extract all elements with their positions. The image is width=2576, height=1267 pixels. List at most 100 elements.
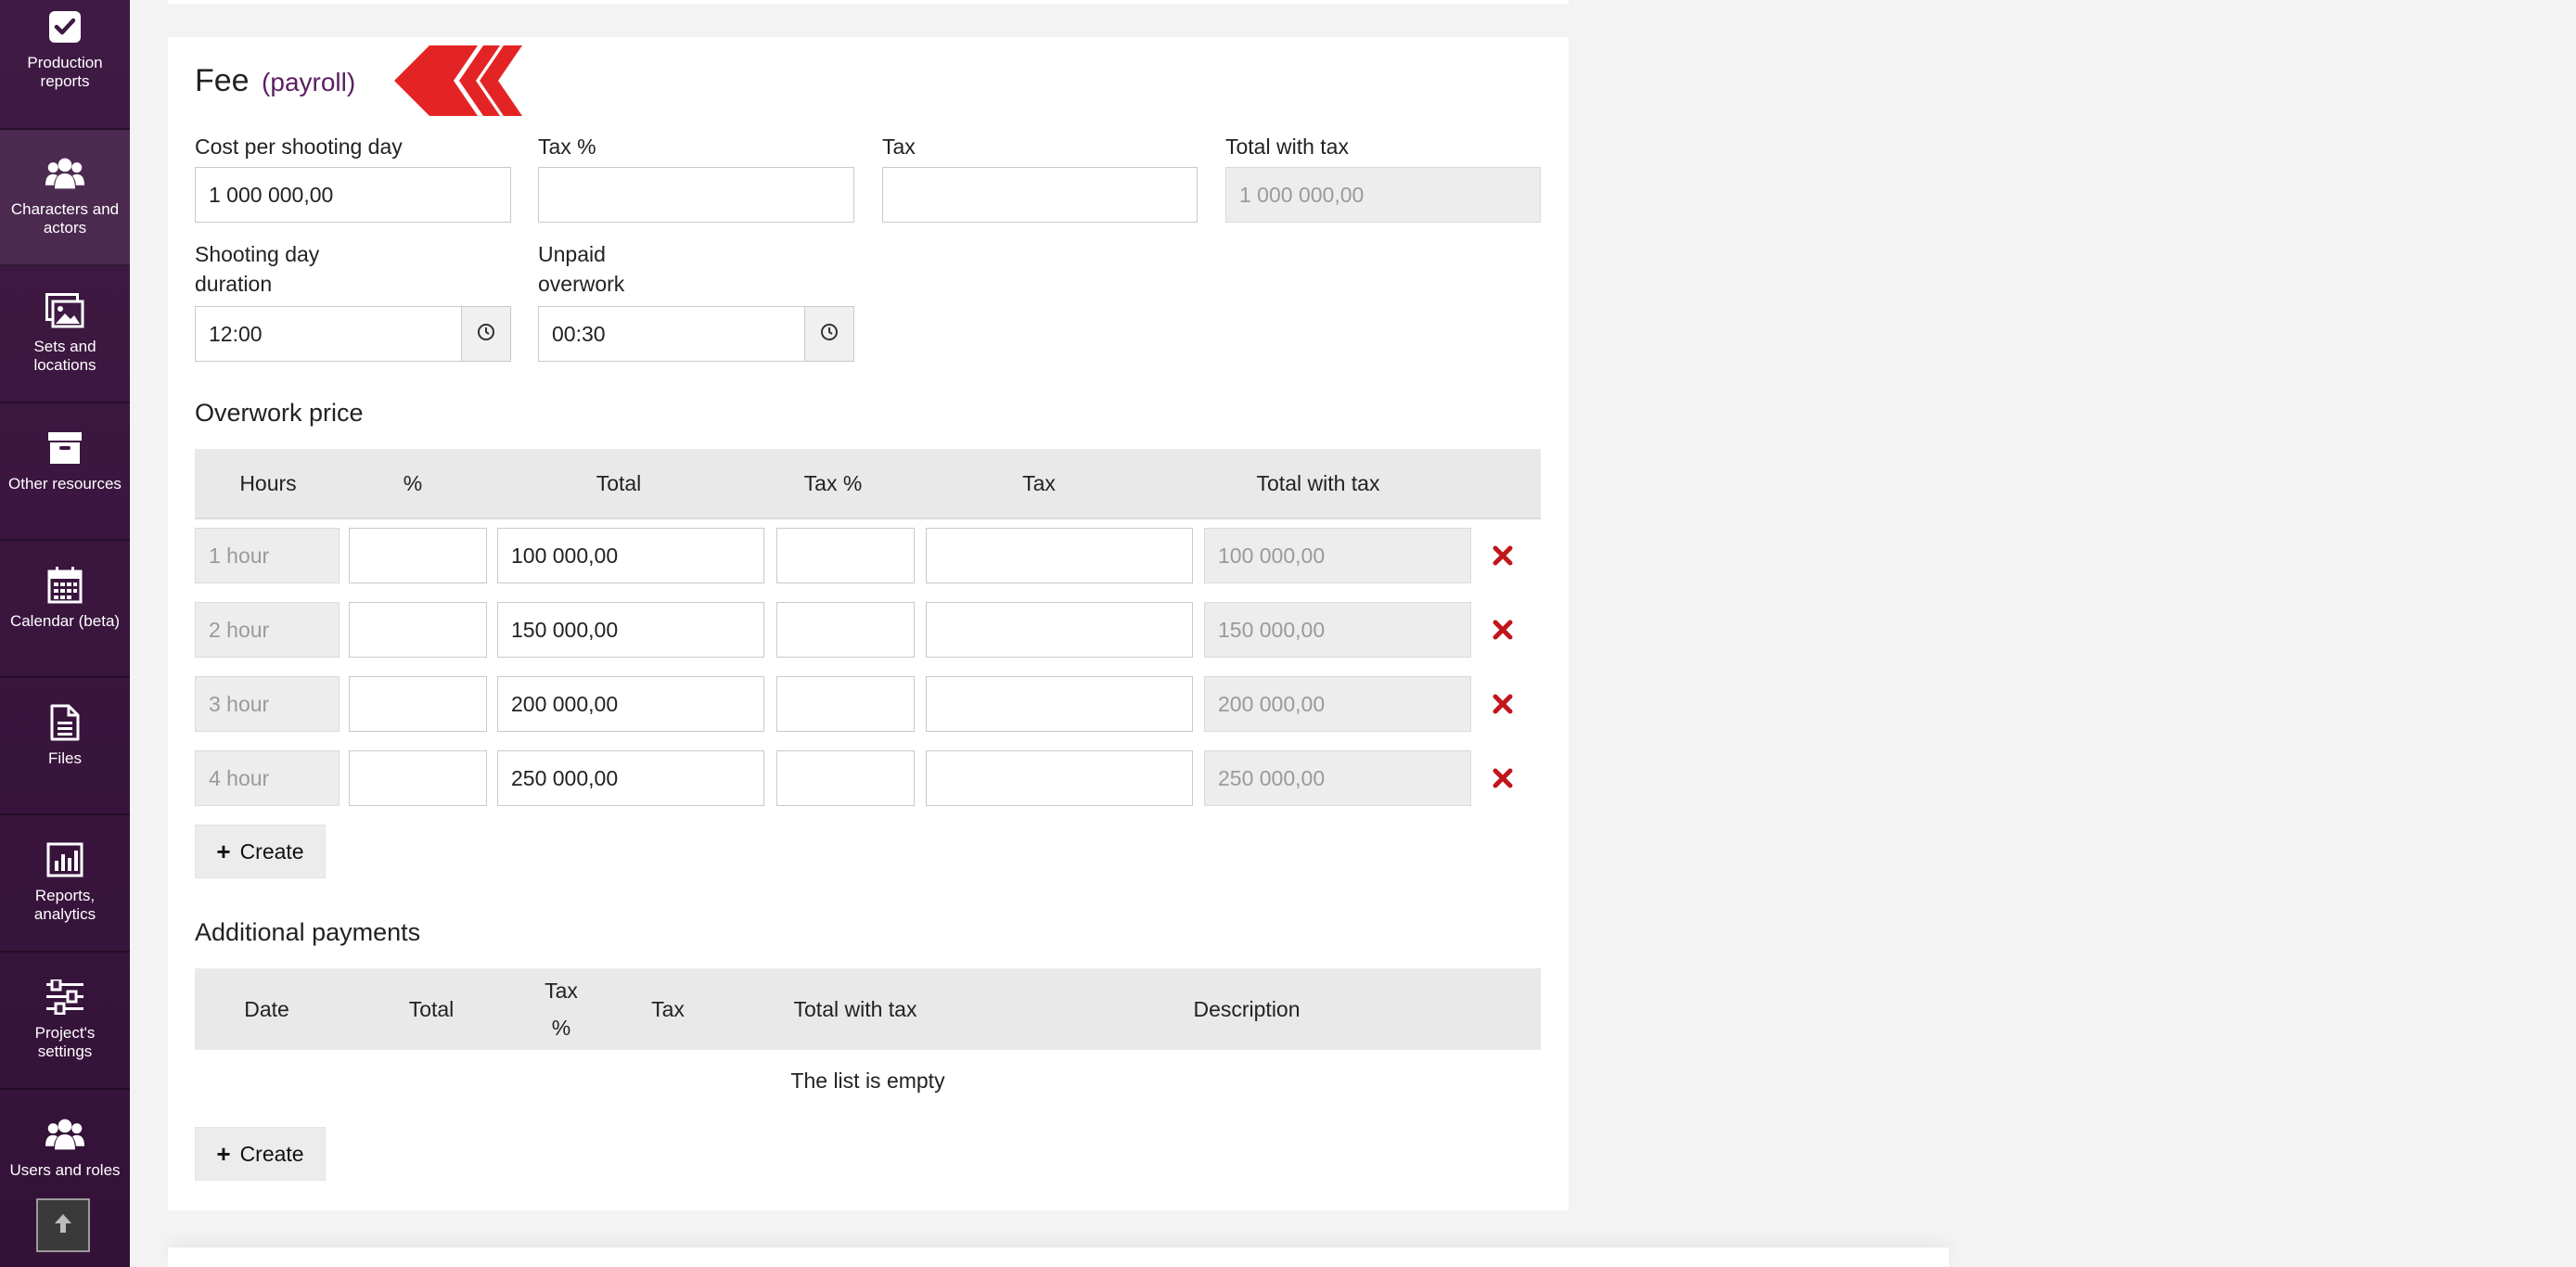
tax-percent-input[interactable] — [776, 602, 915, 658]
unpaid-overwork-clock-button[interactable] — [805, 306, 854, 362]
plus-icon: + — [216, 1139, 231, 1168]
unpaid-overwork-input[interactable]: 00:30 — [538, 306, 805, 362]
total-with-tax-input: 250 000,00 — [1204, 750, 1471, 806]
tax-input[interactable] — [882, 167, 1198, 223]
hours-input: 1 hour — [195, 528, 340, 583]
fee-title: Fee (payroll) — [195, 63, 355, 99]
overwork-table-header: Hours % Total Tax % Tax Total with tax — [195, 449, 1541, 519]
col-tax: Tax — [1022, 471, 1056, 495]
empty-list-message: The list is empty — [790, 1069, 945, 1093]
additional-table-header: Date Total Tax % Tax Total with tax Desc… — [195, 968, 1541, 1050]
shooting-duration-label-line1: Shooting day — [195, 242, 320, 266]
calendar-icon — [45, 566, 84, 605]
total-input[interactable]: 100 000,00 — [497, 528, 764, 583]
col-description: Description — [1193, 997, 1301, 1021]
hours-input: 4 hour — [195, 750, 340, 806]
sidebar-item-label: Files — [48, 749, 82, 767]
fee-title-text: Fee — [195, 63, 250, 98]
total-with-tax-input: 200 000,00 — [1204, 676, 1471, 732]
total-with-tax-input: 100 000,00 — [1204, 528, 1471, 583]
total-with-tax-input: 1 000 000,00 — [1225, 167, 1541, 223]
shooting-duration-input[interactable]: 12:00 — [195, 306, 462, 362]
col-tax: Tax — [651, 997, 685, 1021]
sidebar-item-project-settings[interactable]: Project's settings — [0, 953, 130, 1090]
tax-input[interactable] — [926, 750, 1193, 806]
percent-input[interactable] — [349, 676, 487, 732]
col-total: Total — [596, 471, 642, 495]
overwork-create-button[interactable]: + Create — [195, 825, 326, 878]
sidebar-item-label: Reports, analytics — [33, 887, 96, 923]
clock-icon — [477, 323, 495, 346]
tax-percent-input[interactable] — [776, 750, 915, 806]
col-tax-percent: Tax % — [803, 471, 863, 495]
users-icon — [45, 154, 84, 193]
total-with-tax-input: 150 000,00 — [1204, 602, 1471, 658]
sidebar-item-sets-locations[interactable]: Sets and locations — [0, 267, 130, 403]
delete-row-icon[interactable] — [1489, 616, 1517, 644]
tax-label: Tax — [882, 134, 916, 159]
sidebar-item-calendar[interactable]: Calendar (beta) — [0, 542, 130, 678]
bar-chart-icon — [45, 840, 84, 879]
sliders-icon — [45, 978, 84, 1017]
sidebar-item-reports-analytics[interactable]: Reports, analytics — [0, 816, 130, 953]
cost-per-day-input[interactable]: 1 000 000,00 — [195, 167, 511, 223]
delete-row-icon[interactable] — [1489, 690, 1517, 718]
col-total-with-tax: Total with tax — [793, 997, 917, 1021]
col-date: Date — [244, 997, 289, 1021]
clock-icon — [820, 323, 839, 346]
tax-percent-input[interactable] — [538, 167, 854, 223]
tax-percent-input[interactable] — [776, 676, 915, 732]
shooting-duration-label: Shooting day duration — [195, 239, 319, 299]
file-icon — [45, 703, 84, 742]
sidebar-item-production-reports[interactable]: Production reports — [0, 0, 130, 130]
tax-input[interactable] — [926, 528, 1193, 583]
percent-input[interactable] — [349, 602, 487, 658]
sidebar-item-label: Sets and locations — [33, 338, 96, 374]
archive-icon — [45, 429, 84, 467]
tax-percent-input[interactable] — [776, 528, 915, 583]
tax-input[interactable] — [926, 676, 1193, 732]
sidebar-item-label: Calendar (beta) — [9, 612, 121, 630]
delete-row-icon[interactable] — [1489, 542, 1517, 570]
additional-create-button[interactable]: + Create — [195, 1127, 326, 1181]
arrow-up-icon — [54, 1213, 72, 1238]
col-total: Total — [408, 997, 455, 1021]
delete-row-icon[interactable] — [1489, 764, 1517, 792]
shooting-duration-clock-button[interactable] — [462, 306, 511, 362]
total-input[interactable]: 250 000,00 — [497, 750, 764, 806]
checkbox-icon — [45, 7, 84, 46]
unpaid-overwork-label-line1: Unpaid — [538, 242, 606, 266]
col-tax-percent-line1: Tax — [545, 979, 578, 1003]
previous-panel-edge — [168, 0, 1569, 4]
percent-input[interactable] — [349, 750, 487, 806]
sidebar-item-label: Other resources — [8, 475, 122, 493]
percent-input[interactable] — [349, 528, 487, 583]
create-button-label: Create — [239, 1141, 304, 1166]
users-icon — [45, 1115, 84, 1154]
sidebar-item-other-resources[interactable]: Other resources — [0, 404, 130, 541]
scroll-to-top-button[interactable] — [36, 1198, 90, 1252]
col-tax-percent-line2: % — [551, 1016, 571, 1040]
col-percent: % — [403, 471, 423, 495]
sidebar: Production reports Characters and actors… — [0, 0, 130, 1267]
shooting-duration-label-line2: duration — [195, 272, 273, 296]
col-total-with-tax: Total with tax — [1256, 471, 1380, 495]
next-panel-edge — [168, 1248, 1949, 1267]
overwork-price-title: Overwork price — [195, 399, 364, 427]
sidebar-item-characters-actors[interactable]: Characters and actors — [0, 130, 130, 266]
tax-input[interactable] — [926, 602, 1193, 658]
total-input[interactable]: 200 000,00 — [497, 676, 764, 732]
sidebar-item-label: Production reports — [27, 54, 103, 90]
col-hours: Hours — [239, 471, 297, 495]
additional-payments-title: Additional payments — [195, 918, 421, 946]
sidebar-item-files[interactable]: Files — [0, 679, 130, 815]
sidebar-item-label: Project's settings — [34, 1024, 96, 1060]
fee-panel: Fee (payroll) Cost per shooting day Tax … — [168, 37, 1569, 1210]
total-with-tax-label: Total with tax — [1225, 134, 1349, 159]
fee-subtitle: (payroll) — [262, 68, 356, 96]
images-icon — [45, 291, 84, 330]
hours-input: 2 hour — [195, 602, 340, 658]
chevron-arrows-icon — [392, 45, 537, 122]
hours-input: 3 hour — [195, 676, 340, 732]
total-input[interactable]: 150 000,00 — [497, 602, 764, 658]
